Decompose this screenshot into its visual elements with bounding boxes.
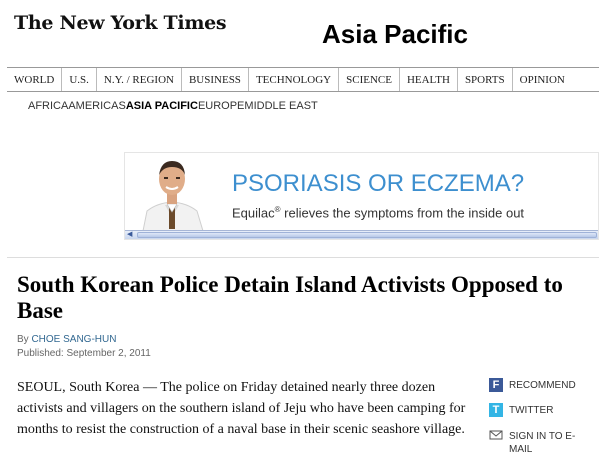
ad-scrollbar[interactable]: ◀ <box>125 230 598 239</box>
ad-banner[interactable]: PSORIASIS OR ECZEMA? Equilac® relieves t… <box>124 152 599 240</box>
subnav-item-asia-pacific[interactable]: ASIA PACIFIC <box>126 100 198 112</box>
email-button[interactable]: SIGN IN TO E-MAIL <box>487 428 592 468</box>
ad-headline: PSORIASIS OR ECZEMA? <box>232 170 525 197</box>
ad-tagline: Equilac® relieves the symptoms from the … <box>232 205 524 220</box>
published-date: Published: September 2, 2011 <box>17 348 151 359</box>
doctor-photo <box>135 155 210 231</box>
ad-brand: Equilac <box>232 205 275 221</box>
nyt-logo[interactable]: The New York Times <box>14 12 227 34</box>
content-divider <box>7 257 599 258</box>
sub-nav: AFRICA AMERICAS ASIA PACIFIC EUROPE MIDD… <box>28 100 318 112</box>
twitter-icon: t <box>489 403 503 417</box>
nav-item-business[interactable]: BUSINESS <box>182 68 249 91</box>
twitter-button[interactable]: t TWITTER <box>487 403 592 428</box>
facebook-icon: f <box>489 378 503 392</box>
byline: By CHOE SANG-HUN <box>17 334 116 345</box>
article-lead-paragraph: SEOUL, South Korea — The police on Frida… <box>17 380 466 437</box>
ad-scrollbar-thumb[interactable] <box>137 232 597 238</box>
nav-item-technology[interactable]: TECHNOLOGY <box>249 68 340 91</box>
subnav-item-europe[interactable]: EUROPE <box>198 100 244 112</box>
page-title: Asia Pacific <box>322 19 468 49</box>
email-label: SIGN IN TO E-MAIL <box>509 431 576 455</box>
ad-tagline-text: relieves the symptoms from the inside ou… <box>280 205 525 221</box>
subnav-item-americas[interactable]: AMERICAS <box>68 100 125 112</box>
article-headline: South Korean Police Detain Island Activi… <box>17 272 563 323</box>
scroll-left-icon[interactable]: ◀ <box>127 231 132 239</box>
nav-item-science[interactable]: SCIENCE <box>339 68 400 91</box>
twitter-label: TWITTER <box>509 405 554 416</box>
recommend-label: RECOMMEND <box>509 380 576 391</box>
masthead: The New York Times Asia Pacific <box>0 0 599 66</box>
nav-item-sports[interactable]: SPORTS <box>458 68 513 91</box>
subnav-item-middle-east[interactable]: MIDDLE EAST <box>244 100 317 112</box>
recommend-button[interactable]: f RECOMMEND <box>487 378 592 403</box>
primary-nav: WORLD U.S. N.Y. / REGION BUSINESS TECHNO… <box>7 67 599 92</box>
subnav-item-africa[interactable]: AFRICA <box>28 100 68 112</box>
author-link[interactable]: CHOE SANG-HUN <box>31 334 116 345</box>
byline-prefix: By <box>17 334 32 345</box>
share-tools: f RECOMMEND t TWITTER SIGN IN TO E-MAIL <box>487 378 592 468</box>
nav-item-opinion[interactable]: OPINION <box>513 68 572 91</box>
nav-item-health[interactable]: HEALTH <box>400 68 458 91</box>
envelope-icon <box>489 430 503 440</box>
nav-item-world[interactable]: WORLD <box>7 68 63 91</box>
nav-item-ny-region[interactable]: N.Y. / REGION <box>97 68 182 91</box>
nav-item-us[interactable]: U.S. <box>62 68 97 91</box>
